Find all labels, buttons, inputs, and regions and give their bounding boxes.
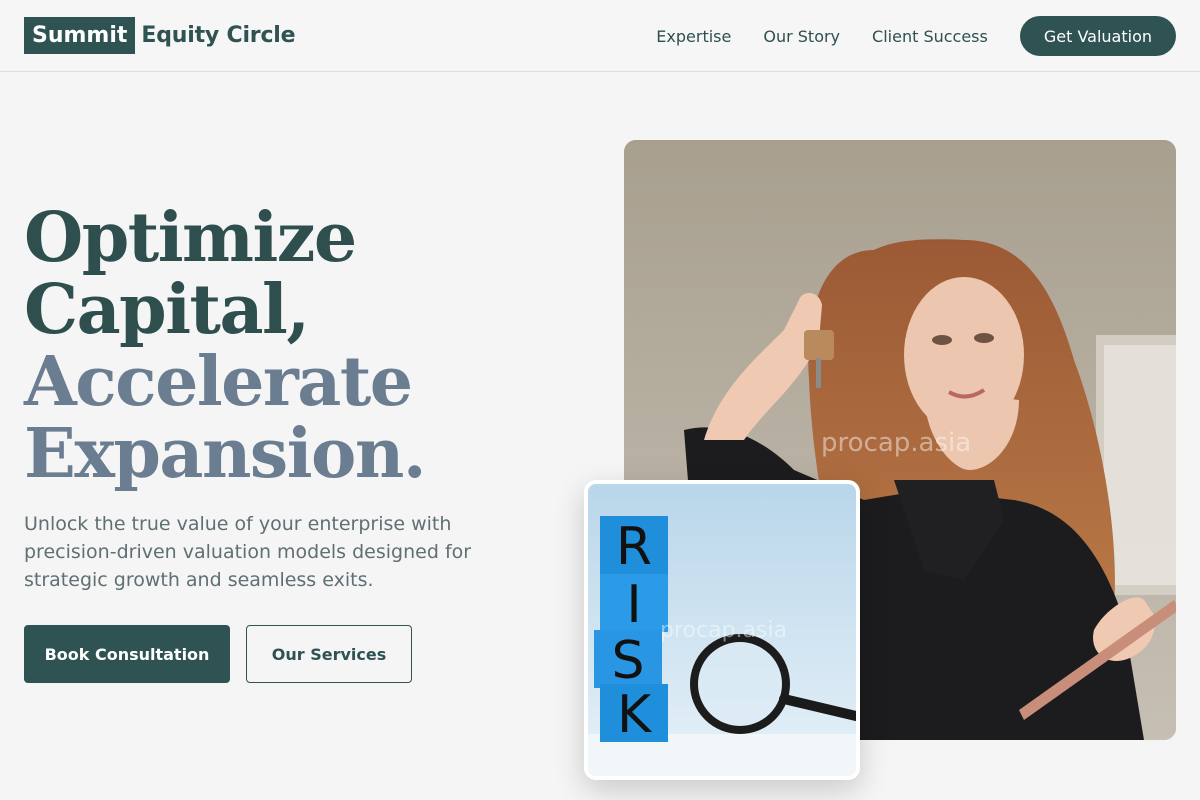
risk-blocks-photo: R I S K procap.asia [588,484,856,776]
inset-photo-watermark: procap.asia [660,618,788,643]
risk-blocks: R I S K [594,516,668,745]
hero-subtitle: Unlock the true value of your enterprise… [24,513,472,591]
hero-title-line4: Expansion. [24,414,427,494]
hero-title-line1: Optimize [24,198,357,278]
svg-text:I: I [626,575,641,635]
logo-box: Summit [24,17,136,54]
book-consultation-button[interactable]: Book Consultation [24,625,230,683]
site-header: Summit Equity Circle Expertise Our Story… [0,0,1200,72]
svg-text:S: S [611,631,644,691]
main-nav: Expertise Our Story Client Success Get V… [656,16,1176,56]
get-valuation-button[interactable]: Get Valuation [1019,16,1176,56]
risk-blocks-photo-card: R I S K procap.asia [584,480,860,780]
svg-text:R: R [616,517,652,577]
svg-text:K: K [617,685,653,745]
logo-text: Equity Circle [141,23,296,48]
hero-title: Optimize Capital, Accelerate Expansion. [24,198,427,494]
nav-client-success[interactable]: Client Success [872,27,988,46]
hero-title-line2: Capital, [24,270,310,350]
nav-our-story[interactable]: Our Story [763,27,840,46]
hero-title-line3: Accelerate [24,342,413,422]
main-photo-watermark: procap.asia [821,428,972,458]
our-services-button[interactable]: Our Services [246,625,412,683]
nav-expertise[interactable]: Expertise [656,27,731,46]
logo[interactable]: Summit Equity Circle [24,17,296,54]
